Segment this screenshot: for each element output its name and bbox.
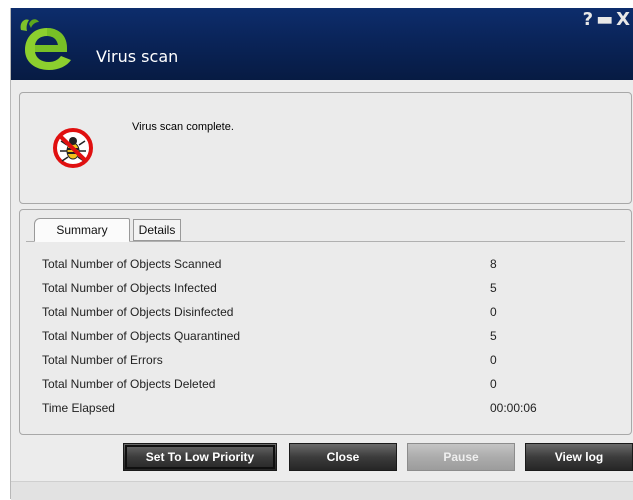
table-row: Total Number of Errors 0 bbox=[42, 353, 602, 373]
stat-value: 0 bbox=[490, 305, 497, 319]
stat-value: 5 bbox=[490, 281, 497, 295]
status-bar bbox=[11, 481, 633, 500]
stat-label: Time Elapsed bbox=[42, 401, 115, 415]
stat-label: Total Number of Errors bbox=[42, 353, 163, 367]
title-bar[interactable]: Virus scan ? ▬ X bbox=[11, 8, 633, 80]
e-leaf-logo-icon bbox=[20, 19, 71, 70]
stat-value: 00:00:06 bbox=[490, 401, 537, 415]
close-icon[interactable]: X bbox=[616, 10, 630, 30]
window-controls: ? ▬ X bbox=[583, 10, 630, 30]
table-row: Total Number of Objects Deleted 0 bbox=[42, 377, 602, 397]
table-row: Time Elapsed 00:00:06 bbox=[42, 401, 602, 421]
stat-value: 5 bbox=[490, 329, 497, 343]
window-title: Virus scan bbox=[96, 47, 179, 66]
status-message: Virus scan complete. bbox=[132, 121, 234, 133]
table-row: Total Number of Objects Quarantined 5 bbox=[42, 329, 602, 349]
table-row: Total Number of Objects Disinfected 0 bbox=[42, 305, 602, 325]
stat-value: 0 bbox=[490, 353, 497, 367]
stat-value: 8 bbox=[490, 257, 497, 271]
status-panel: Virus scan complete. bbox=[19, 92, 632, 204]
set-low-priority-button[interactable]: Set To Low Priority bbox=[123, 443, 277, 471]
tab-details[interactable]: Details bbox=[133, 219, 181, 241]
help-icon[interactable]: ? bbox=[583, 10, 593, 30]
stat-label: Total Number of Objects Infected bbox=[42, 281, 217, 295]
table-row: Total Number of Objects Scanned 8 bbox=[42, 257, 602, 277]
bug-blocked-icon bbox=[53, 128, 93, 168]
virus-scan-window: Virus scan ? ▬ X Virus scan complete. Su… bbox=[10, 8, 633, 500]
pause-button[interactable]: Pause bbox=[407, 443, 515, 471]
stat-label: Total Number of Objects Disinfected bbox=[42, 305, 234, 319]
close-button[interactable]: Close bbox=[289, 443, 397, 471]
stat-label: Total Number of Objects Scanned bbox=[42, 257, 222, 271]
table-row: Total Number of Objects Infected 5 bbox=[42, 281, 602, 301]
summary-tab-content: Total Number of Objects Scanned 8 Total … bbox=[26, 241, 625, 429]
view-log-button[interactable]: View log bbox=[525, 443, 633, 471]
stat-label: Total Number of Objects Deleted bbox=[42, 377, 216, 391]
tab-summary[interactable]: Summary bbox=[34, 218, 130, 242]
stat-label: Total Number of Objects Quarantined bbox=[42, 329, 241, 343]
summary-panel: Summary Details Total Number of Objects … bbox=[19, 209, 632, 435]
minimize-icon[interactable]: ▬ bbox=[596, 10, 613, 30]
stat-value: 0 bbox=[490, 377, 497, 391]
